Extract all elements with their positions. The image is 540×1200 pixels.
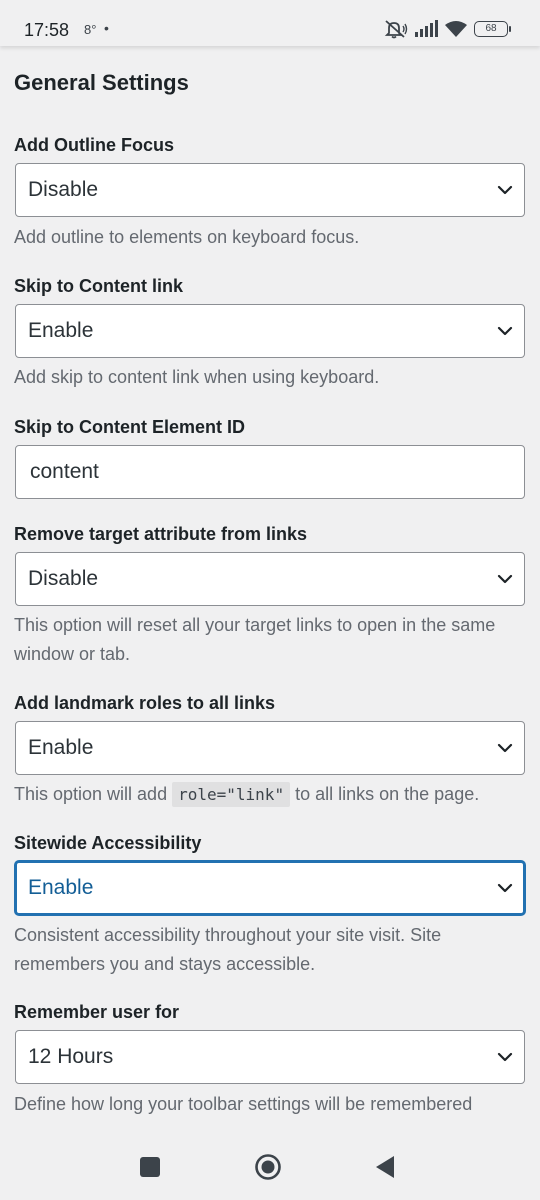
page-title: General Settings [14, 70, 189, 95]
remove-target-label: Remove target attribute from links [14, 524, 308, 544]
back-icon [376, 1156, 394, 1178]
status-temperature: 8° [84, 22, 97, 37]
chevron-down-icon [497, 574, 513, 584]
skip-element-id-label: Skip to Content Element ID [14, 417, 246, 437]
sitewide-description: Consistent accessibility throughout your… [14, 925, 442, 974]
remember-user-value: 12 Hours [28, 1045, 114, 1068]
landmark-roles-label: Add landmark roles to all links [14, 693, 276, 713]
settings-panel: General Settings Add Outline Focus Disab… [0, 46, 540, 1134]
signal-icon [415, 20, 438, 37]
remove-target-select[interactable]: Disable [15, 552, 525, 606]
outline-focus-value: Disable [28, 178, 99, 201]
battery-icon: 68 [474, 21, 511, 37]
outline-focus-select[interactable]: Disable [15, 163, 525, 217]
status-time: 17:58 [24, 20, 70, 40]
status-bar: 17:58 8° • 68 [0, 0, 540, 46]
back-button[interactable] [370, 1152, 400, 1182]
sitewide-label: Sitewide Accessibility [14, 833, 202, 853]
landmark-description-before: This option will add [14, 784, 168, 804]
chevron-down-icon [497, 883, 513, 893]
outline-focus-description: Add outline to elements on keyboard focu… [14, 227, 360, 247]
wifi-icon [445, 21, 467, 37]
skip-link-label: Skip to Content link [14, 276, 183, 296]
sitewide-select[interactable]: Enable [15, 861, 525, 915]
remove-target-description: This option will reset all your target l… [14, 615, 496, 664]
skip-link-description: Add skip to content link when using keyb… [14, 367, 380, 387]
sitewide-value: Enable [28, 876, 94, 899]
remember-user-description: Define how long your toolbar settings wi… [14, 1094, 473, 1114]
remember-user-select[interactable]: 12 Hours [15, 1030, 525, 1084]
skip-link-value: Enable [28, 319, 94, 342]
home-icon [255, 1154, 281, 1180]
chevron-down-icon [497, 185, 513, 195]
role-link-code: role="link" [172, 782, 291, 807]
landmark-roles-select[interactable]: Enable [15, 721, 525, 775]
status-notification-dot: • [104, 20, 109, 36]
outline-focus-label: Add Outline Focus [14, 135, 174, 155]
chevron-down-icon [497, 1052, 513, 1062]
chevron-down-icon [497, 326, 513, 336]
chevron-down-icon [497, 743, 513, 753]
skip-element-id-value: content [30, 460, 99, 483]
mute-icon [384, 20, 408, 39]
skip-element-id-input[interactable]: content [15, 445, 525, 499]
status-icons: 68 [384, 18, 511, 40]
skip-link-select[interactable]: Enable [15, 304, 525, 358]
remove-target-value: Disable [28, 567, 99, 590]
recent-apps-icon [140, 1157, 160, 1177]
landmark-description-after: to all links on the page. [295, 784, 480, 804]
recent-apps-button[interactable] [135, 1152, 165, 1182]
navigation-bar [0, 1134, 540, 1200]
home-button[interactable] [253, 1152, 283, 1182]
remember-user-label: Remember user for [14, 1002, 180, 1022]
landmark-roles-description: This option will add role="link" to all … [14, 780, 526, 809]
landmark-roles-value: Enable [28, 736, 94, 759]
